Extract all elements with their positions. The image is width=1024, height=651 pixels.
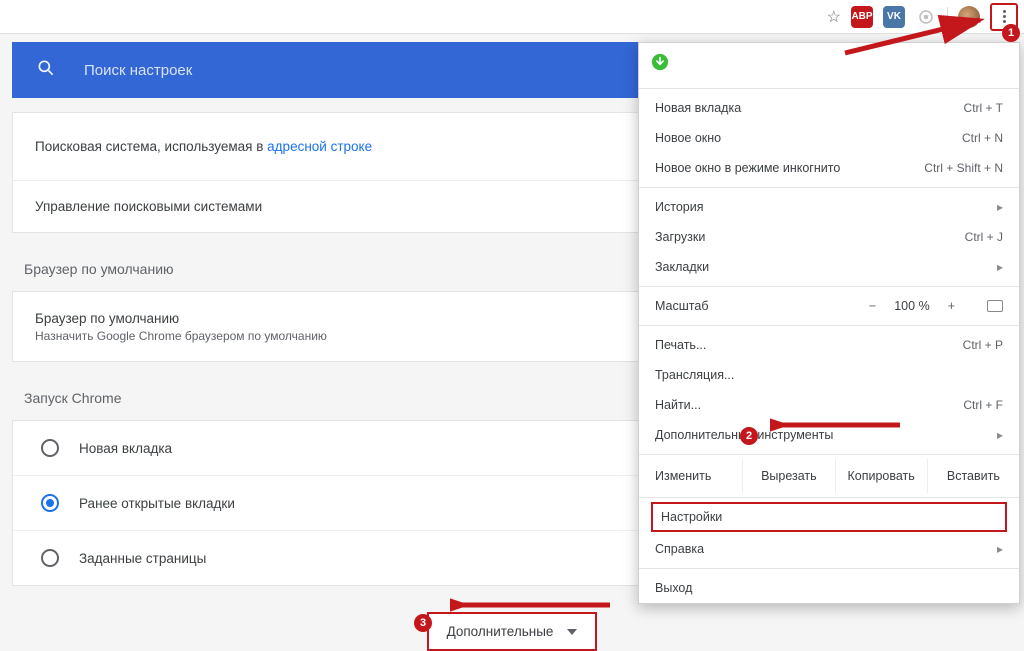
menu-cast[interactable]: Трансляция... (639, 360, 1019, 390)
fullscreen-icon[interactable] (987, 300, 1003, 312)
menu-shortcut: Ctrl + J (965, 230, 1003, 244)
menu-edit-label: Изменить (639, 459, 743, 493)
menu-item-label: Новая вкладка (655, 101, 964, 115)
menu-exit[interactable]: Выход (639, 573, 1019, 603)
menu-incognito[interactable]: Новое окно в режиме инкогнито Ctrl + Shi… (639, 153, 1019, 183)
menu-item-label: Загрузки (655, 230, 965, 244)
menu-divider (639, 454, 1019, 455)
menu-print[interactable]: Печать... Ctrl + P (639, 330, 1019, 360)
menu-item-label: Трансляция... (655, 368, 1003, 382)
menu-item-label: Закладки (655, 260, 989, 274)
menu-item-label: История (655, 200, 989, 214)
advanced-button[interactable]: Дополнительные (427, 612, 598, 651)
settings-search-input[interactable] (84, 62, 384, 79)
menu-cut[interactable]: Вырезать (743, 459, 835, 493)
menu-divider (639, 286, 1019, 287)
menu-new-window[interactable]: Новое окно Ctrl + N (639, 123, 1019, 153)
menu-shortcut: Ctrl + P (963, 338, 1003, 352)
radio-icon (41, 549, 59, 567)
zoom-out-button[interactable]: − (869, 299, 876, 313)
startup-option-label: Новая вкладка (79, 441, 172, 456)
menu-divider (639, 88, 1019, 89)
chrome-main-menu: Новая вкладка Ctrl + T Новое окно Ctrl +… (638, 42, 1020, 604)
zoom-percent: 100 % (894, 299, 929, 313)
bookmark-star-icon[interactable]: ☆ (827, 7, 841, 27)
annotation-badge-1: 1 (1002, 24, 1020, 42)
update-available-icon[interactable] (651, 53, 669, 71)
menu-history[interactable]: История ▸ (639, 192, 1019, 222)
startup-option-label: Заданные страницы (79, 551, 206, 566)
startup-option-label: Ранее открытые вкладки (79, 496, 235, 511)
extension-vk-icon[interactable]: VK (883, 6, 905, 28)
menu-find[interactable]: Найти... Ctrl + F (639, 390, 1019, 420)
extension-abp-icon[interactable]: ABP (851, 6, 873, 28)
menu-item-label: Настройки (661, 510, 997, 524)
menu-shortcut: Ctrl + Shift + N (924, 161, 1003, 175)
advanced-wrapper: Дополнительные (12, 612, 1012, 651)
menu-divider (639, 325, 1019, 326)
radio-checked-icon (41, 494, 59, 512)
menu-edit-row: Изменить Вырезать Копировать Вставить (639, 459, 1019, 493)
chevron-down-icon (567, 629, 577, 635)
menu-item-label: Новое окно (655, 131, 962, 145)
radio-icon (41, 439, 59, 457)
menu-item-label: Найти... (655, 398, 963, 412)
chevron-right-icon: ▸ (997, 542, 1003, 556)
menu-shortcut: Ctrl + T (964, 101, 1003, 115)
vertical-dots-icon (1003, 10, 1006, 23)
menu-zoom-label: Масштаб (655, 299, 869, 313)
menu-item-label: Новое окно в режиме инкогнито (655, 161, 924, 175)
address-bar-link[interactable]: адресной строке (267, 139, 372, 154)
advanced-label: Дополнительные (447, 624, 554, 639)
menu-new-tab[interactable]: Новая вкладка Ctrl + T (639, 93, 1019, 123)
extension-generic-icon[interactable] (915, 6, 937, 28)
zoom-in-button[interactable]: + (948, 299, 955, 313)
search-icon (36, 58, 56, 83)
menu-shortcut: Ctrl + F (963, 398, 1003, 412)
menu-bookmarks[interactable]: Закладки ▸ (639, 252, 1019, 282)
menu-item-label: Печать... (655, 338, 963, 352)
search-engine-label-text: Поисковая система, используемая в (35, 139, 267, 154)
menu-divider (639, 568, 1019, 569)
menu-settings-highlight: Настройки (651, 502, 1007, 532)
chevron-right-icon: ▸ (997, 200, 1003, 214)
annotation-badge-2: 2 (740, 427, 758, 445)
menu-copy[interactable]: Копировать (836, 459, 928, 493)
chevron-right-icon: ▸ (997, 428, 1003, 442)
menu-settings[interactable]: Настройки (657, 510, 1001, 524)
menu-zoom-row: Масштаб − 100 % + (639, 291, 1019, 321)
menu-help[interactable]: Справка ▸ (639, 534, 1019, 564)
menu-divider (639, 497, 1019, 498)
menu-paste[interactable]: Вставить (928, 459, 1019, 493)
browser-toolbar: ☆ ABP VK (0, 0, 1024, 34)
menu-item-label: Дополнительные инструменты (655, 428, 989, 442)
menu-item-label: Справка (655, 542, 989, 556)
annotation-badge-3: 3 (414, 614, 432, 632)
chevron-right-icon: ▸ (997, 260, 1003, 274)
menu-downloads[interactable]: Загрузки Ctrl + J (639, 222, 1019, 252)
menu-divider (639, 187, 1019, 188)
menu-item-label: Выход (655, 581, 1003, 595)
menu-more-tools[interactable]: Дополнительные инструменты ▸ (639, 420, 1019, 450)
profile-avatar[interactable] (958, 6, 980, 28)
menu-shortcut: Ctrl + N (962, 131, 1003, 145)
toolbar-separator (947, 7, 948, 27)
